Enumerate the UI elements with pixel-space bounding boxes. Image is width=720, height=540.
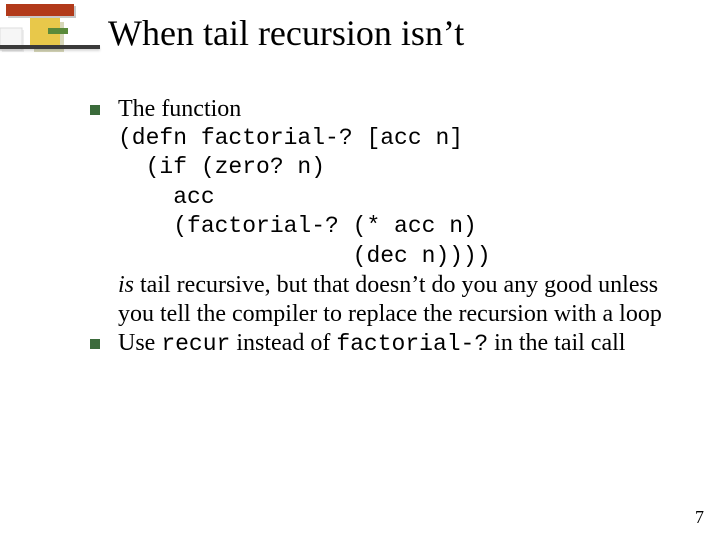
- code-line: (factorial-? (* acc n): [118, 212, 680, 241]
- list-item: Use recur instead of factorial-? in the …: [90, 329, 680, 359]
- page-number: 7: [695, 507, 704, 528]
- code-inline: recur: [161, 331, 230, 357]
- bullet-icon: [90, 339, 100, 349]
- list-item: The function (defn factorial-? [acc n] (…: [90, 95, 680, 329]
- code-line: (if (zero? n): [118, 153, 680, 182]
- item-content: The function (defn factorial-? [acc n] (…: [118, 95, 680, 329]
- code-inline: factorial-?: [336, 331, 488, 357]
- slide-body: The function (defn factorial-? [acc n] (…: [90, 95, 680, 358]
- text-part: Use: [118, 330, 161, 356]
- text-part: instead of: [230, 330, 336, 356]
- intro-text: The function: [118, 96, 241, 122]
- trailing-text: tail recursive, but that doesn’t do you …: [118, 272, 662, 327]
- bullet-icon: [90, 105, 100, 115]
- slide-title: When tail recursion isn’t: [108, 12, 464, 54]
- emphasis: is: [118, 272, 134, 298]
- code-line: (defn factorial-? [acc n]: [118, 124, 680, 153]
- item-content: Use recur instead of factorial-? in the …: [118, 329, 680, 359]
- code-line: (dec n)))): [118, 242, 680, 271]
- slide: When tail recursion isn’t The function (…: [0, 0, 720, 540]
- text-part: in the tail call: [488, 330, 625, 356]
- code-line: acc: [118, 183, 680, 212]
- title-row: When tail recursion isn’t: [0, 10, 720, 54]
- title-underline: [0, 45, 100, 49]
